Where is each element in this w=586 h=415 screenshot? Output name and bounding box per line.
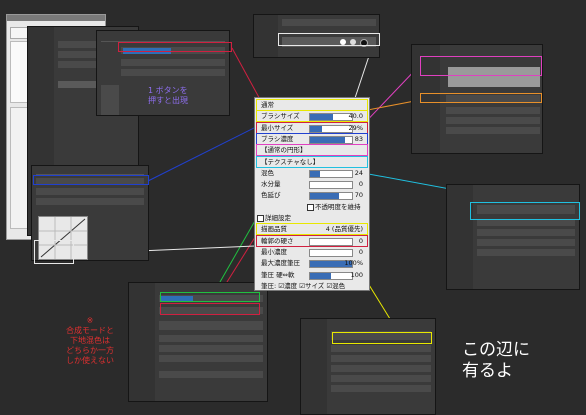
setting-label: 輪郭の硬さ	[261, 236, 294, 245]
setting-label: 最大濃度筆圧	[261, 259, 300, 268]
setting-row-16: 筆圧: ☑濃度 ☑サイズ ☑混色	[257, 281, 367, 290]
setting-row-0[interactable]: 通常	[256, 99, 368, 111]
highlight-white-graph	[34, 240, 74, 264]
setting-value: 83	[354, 134, 363, 143]
checkbox[interactable]	[257, 215, 264, 222]
setting-label: 筆圧 硬⇔軟	[261, 270, 295, 279]
slider-fill	[310, 136, 345, 143]
setting-row-3[interactable]: ブラシ濃度 83	[256, 132, 368, 145]
setting-label: 描画品質	[261, 225, 287, 234]
highlight-magenta-texture	[420, 56, 542, 76]
setting-value: 0	[358, 247, 363, 256]
slider-track[interactable]	[309, 248, 353, 257]
setting-row-12[interactable]: 輪郭の硬さ 0	[256, 234, 368, 247]
setting-row-9[interactable]: 不透明度を維持	[257, 202, 367, 212]
setting-row-11[interactable]: 描画品質 4 (品質優先)	[256, 223, 368, 236]
setting-label: 混色	[261, 168, 274, 177]
setting-value: 40.0	[348, 112, 363, 121]
setting-label: 詳細設定	[265, 214, 291, 222]
setting-label: 最小濃度	[261, 247, 287, 256]
highlight-cyan-texture	[470, 202, 580, 220]
caption-button-note: 1 ボタンを 押すと出現	[148, 86, 188, 105]
setting-value: 0	[358, 180, 363, 189]
slider-track[interactable]	[309, 135, 353, 144]
setting-row-8[interactable]: 色延び 70	[257, 190, 367, 201]
setting-value: 4 (品質優先)	[325, 225, 363, 234]
setting-row-13[interactable]: 最小濃度 0	[257, 247, 367, 257]
setting-value: 0	[358, 236, 363, 245]
highlight-green-blend	[160, 292, 260, 302]
setting-label: 最小サイズ	[261, 123, 294, 132]
slider-track[interactable]	[309, 237, 353, 246]
slider-track[interactable]	[309, 113, 353, 122]
setting-row-6[interactable]: 混色 24	[257, 168, 367, 178]
highlight-yellow-correction	[332, 332, 432, 344]
setting-value: 70	[354, 191, 363, 200]
setting-value: 100	[350, 270, 363, 279]
setting-row-2[interactable]: 最小サイズ 29%	[256, 121, 368, 134]
slider-fill	[310, 193, 340, 200]
setting-row-10: 詳細設定	[257, 213, 367, 223]
setting-label: ブラシ濃度	[261, 134, 294, 143]
texture-options-window	[446, 184, 580, 290]
slider-fill	[310, 114, 334, 121]
setting-label: 通常	[261, 101, 274, 109]
setting-row-1[interactable]: ブラシサイズ 40.0	[256, 110, 368, 123]
caption-blend-note: ※ 合成モードと 下地混色は どちらか一方 しか使えない	[66, 316, 114, 365]
slider-track[interactable]	[309, 181, 353, 190]
highlight-red-blend	[160, 303, 260, 315]
slider-fill	[310, 125, 323, 132]
setting-row-15[interactable]: 筆圧 硬⇔軟 100	[257, 270, 367, 280]
highlight-orange-texture	[420, 93, 542, 103]
slider-fill	[310, 170, 321, 177]
setting-label: 筆圧: ☑濃度 ☑サイズ ☑混色	[261, 281, 346, 290]
slider-track[interactable]	[309, 124, 353, 133]
checkbox[interactable]	[307, 203, 314, 211]
setting-label: 色延び	[261, 191, 281, 200]
setting-row-5[interactable]: 【テクスチャなし】	[256, 155, 368, 168]
setting-label: ブラシサイズ	[261, 112, 300, 121]
slider-fill	[310, 272, 331, 279]
setting-value: 24	[354, 168, 363, 177]
brush-settings-panel: 通常ブラシサイズ 40.0 最小サイズ 29% ブラシ濃度 83 【通常の円形】【テクスチャ…	[254, 97, 370, 291]
setting-label: 不透明度を維持	[315, 202, 361, 211]
slider-track[interactable]	[309, 169, 353, 178]
highlight-red-topleft	[118, 42, 232, 52]
setting-label: 【テクスチャなし】	[261, 157, 320, 166]
setting-label: 【通常の円形】	[261, 146, 307, 155]
setting-row-4[interactable]: 【通常の円形】	[256, 144, 368, 157]
setting-label: 水分量	[261, 180, 281, 189]
setting-value: 29%	[348, 123, 363, 132]
caption-location: この辺に 有るよ	[462, 340, 530, 381]
slider-track[interactable]	[309, 192, 353, 201]
setting-value: 100%	[344, 259, 363, 268]
highlight-blue-minsize	[33, 175, 149, 185]
slider-track[interactable]	[309, 271, 353, 280]
setting-row-14[interactable]: 最大濃度筆圧 100%	[257, 258, 367, 269]
setting-row-7[interactable]: 水分量 0	[257, 179, 367, 190]
highlight-white-tip	[278, 33, 380, 46]
